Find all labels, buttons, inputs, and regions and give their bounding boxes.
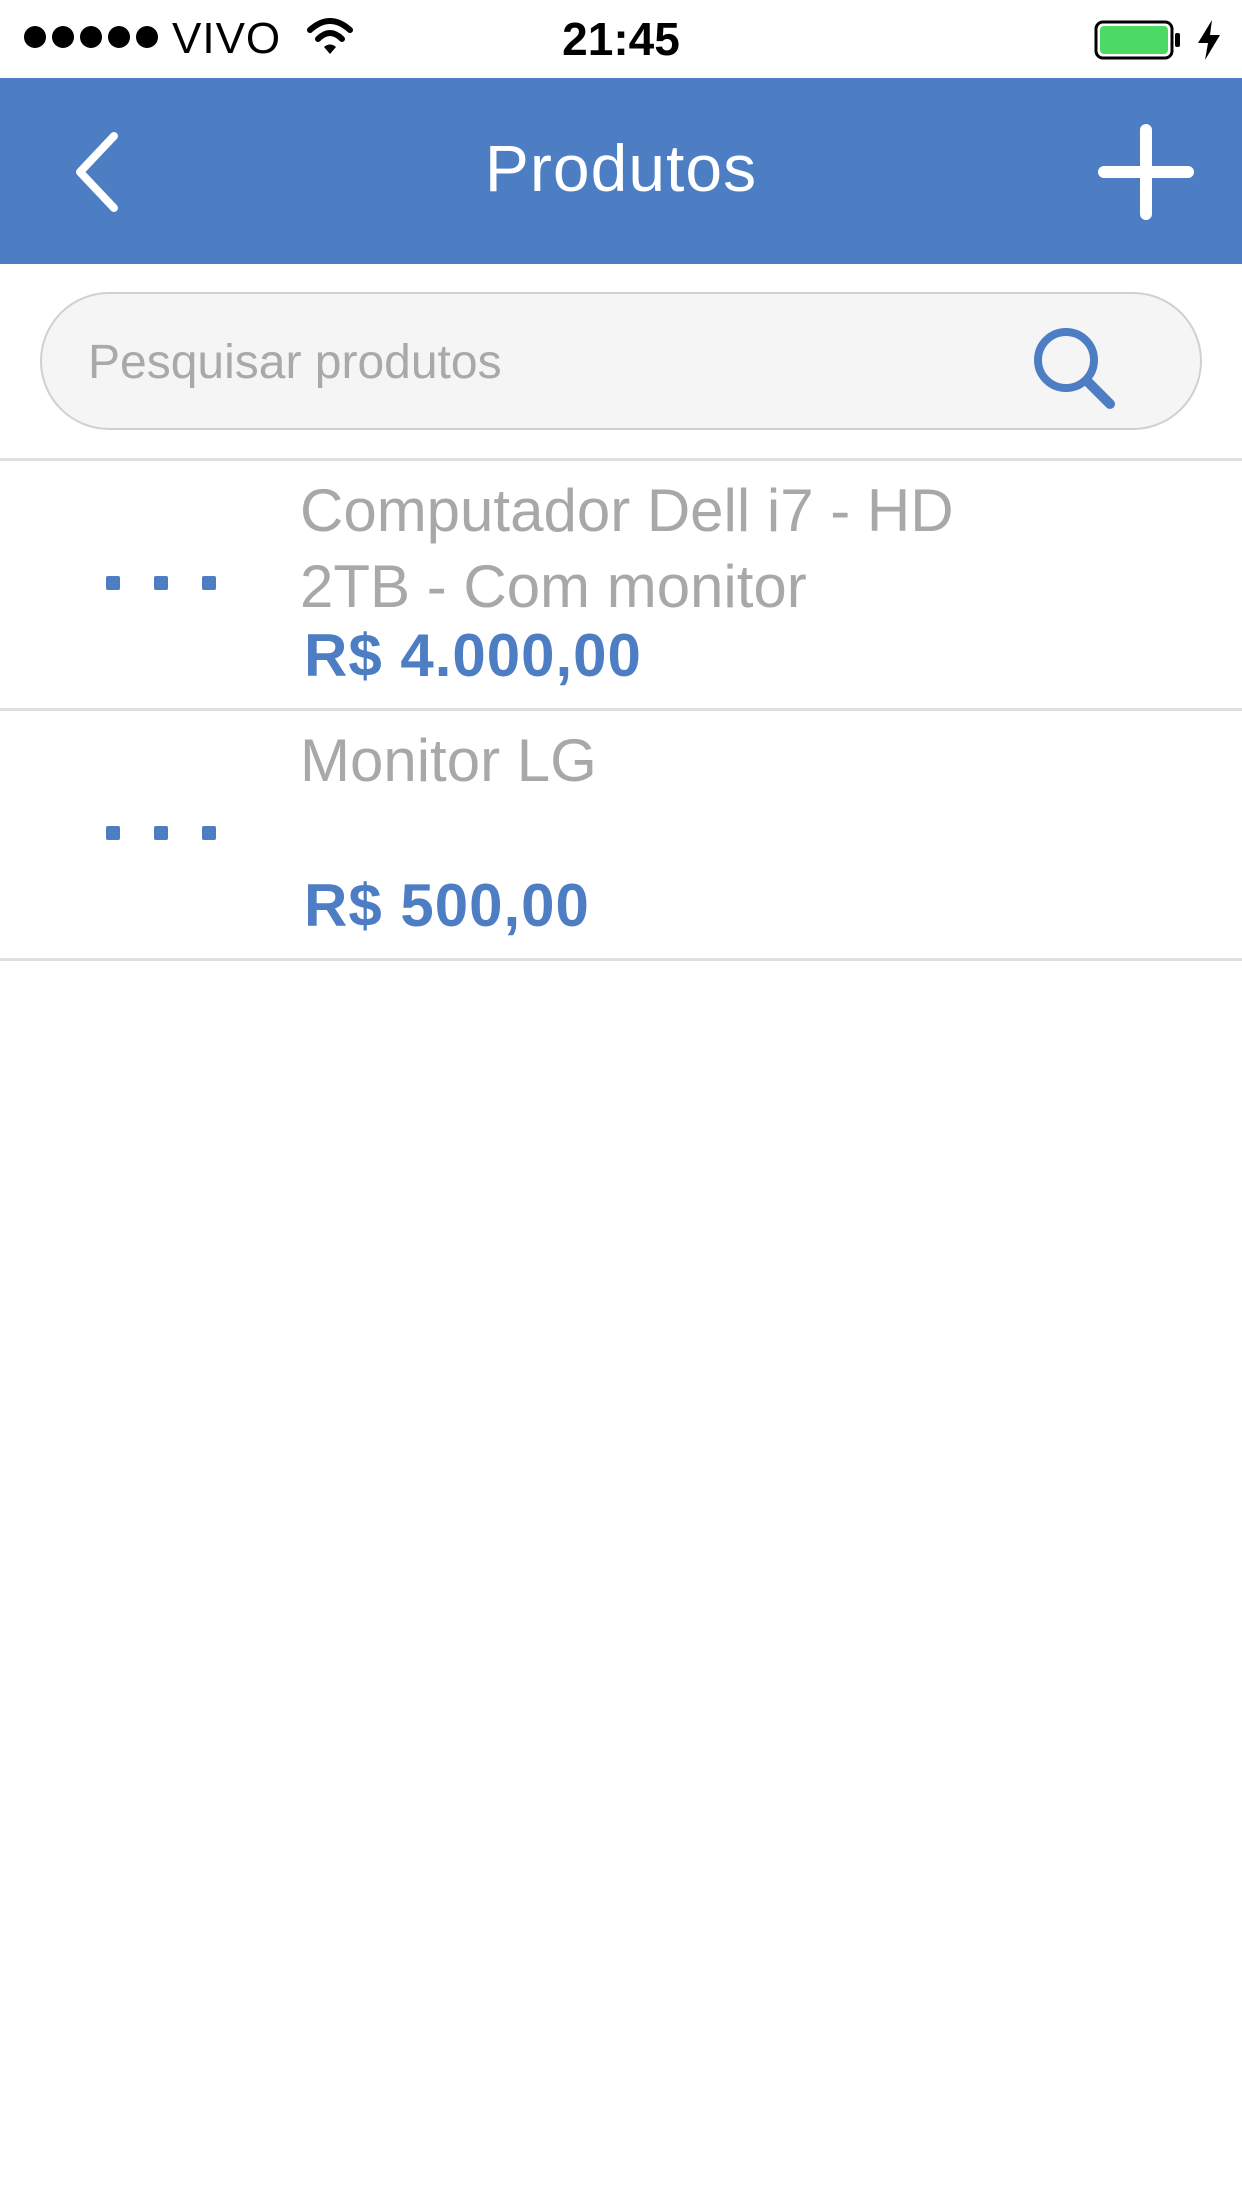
- product-list: Computador Dell i7 - HD 2TB - Com monito…: [0, 458, 1242, 961]
- battery-icon: [1094, 20, 1180, 60]
- search-icon[interactable]: [1024, 318, 1124, 418]
- charging-bolt-icon: [1198, 20, 1220, 60]
- nav-bar: Produtos: [0, 78, 1242, 264]
- page-title: Produtos: [484, 131, 758, 205]
- product-list-item[interactable]: Monitor LG R$ 500,00: [0, 711, 1242, 961]
- product-list-item[interactable]: Computador Dell i7 - HD 2TB - Com monito…: [0, 461, 1242, 711]
- product-name: Computador Dell i7 - HD 2TB - Com monito…: [300, 477, 954, 620]
- status-bar: VIVO 21:45: [0, 0, 1242, 78]
- add-product-button[interactable]: [1096, 122, 1196, 222]
- search-box: [40, 292, 1202, 430]
- product-price: R$ 500,00: [304, 872, 590, 939]
- more-options-icon[interactable]: [106, 821, 216, 845]
- product-price: R$ 4.000,00: [304, 622, 642, 689]
- search-area: [0, 264, 1242, 460]
- product-name: Monitor LG: [300, 727, 597, 794]
- more-options-icon[interactable]: [106, 571, 216, 595]
- search-input[interactable]: [86, 318, 1006, 406]
- status-time: 21:45: [562, 13, 680, 65]
